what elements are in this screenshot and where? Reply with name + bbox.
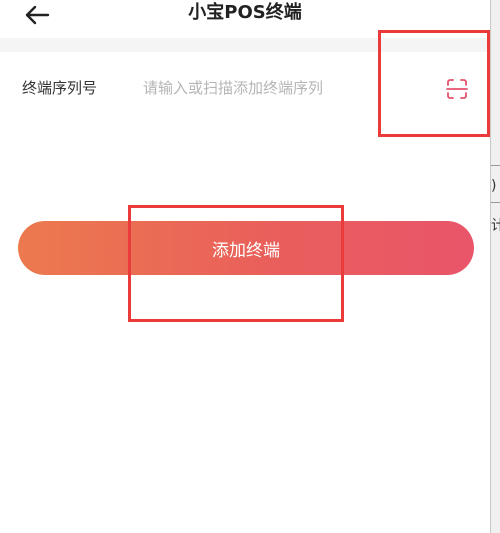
section-divider xyxy=(0,38,490,52)
background-text-fragment: ) xyxy=(491,178,497,194)
serial-number-row: 终端序列号 xyxy=(0,52,490,124)
scan-button[interactable] xyxy=(444,76,470,102)
background-text-fragment: 计 xyxy=(491,218,500,234)
top-bar: 小宝POS终端 xyxy=(0,0,490,38)
app-screen: 小宝POS终端 终端序列号 添加终端 ) 计 xyxy=(0,0,500,533)
page-title: 小宝POS终端 xyxy=(188,2,302,23)
serial-number-input[interactable] xyxy=(143,74,373,102)
background-window-edge xyxy=(490,0,500,533)
serial-number-label: 终端序列号 xyxy=(22,79,98,97)
background-divider xyxy=(491,202,500,203)
scan-icon xyxy=(446,79,468,99)
background-divider xyxy=(491,165,500,166)
add-terminal-button[interactable]: 添加终端 xyxy=(18,221,474,275)
